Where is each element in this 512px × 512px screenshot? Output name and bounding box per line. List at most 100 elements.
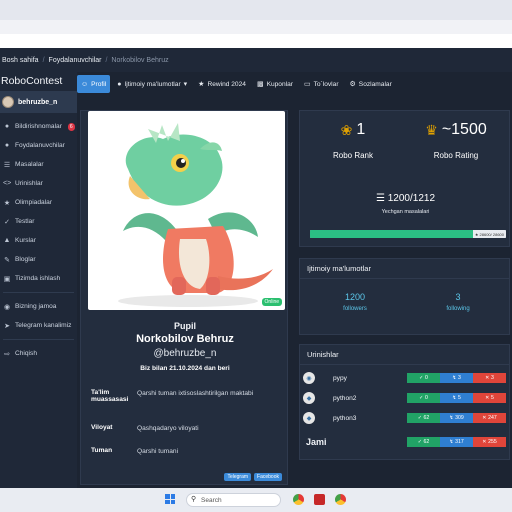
info-row-school: Ta'lim muassasasi Qarshi tuman ixtisosla… — [91, 389, 281, 403]
robo-rating-value: ~1500 — [441, 121, 487, 138]
graduation-icon: ▲ — [3, 237, 11, 244]
trophy-icon: ★ — [3, 199, 11, 207]
tab-label: Kuponlar — [266, 80, 293, 88]
users-icon: ● — [117, 80, 122, 88]
notification-badge: 6 — [67, 122, 75, 131]
sidebar-item-label: Tizimda ishlash — [15, 275, 61, 282]
sidebar-item-team[interactable]: ◉ Bizning jamoa — [0, 297, 77, 316]
error-count: 247 — [488, 415, 497, 421]
attempt-row: ◆ python2 ✓ 0 ↯ 5 ✕ 5 — [303, 390, 508, 406]
python-logo-icon: ◆ — [303, 392, 315, 404]
breadcrumb-users[interactable]: Foydalanuvchilar — [49, 57, 102, 64]
code-icon: <> — [3, 180, 12, 187]
sidebar-item-label: Urinishlar — [15, 180, 43, 187]
info-key: Tuman — [91, 447, 113, 454]
sidebar-item-notifications[interactable]: ● Bildirishnomalar 6 — [0, 117, 77, 136]
acrobat-icon[interactable] — [314, 494, 325, 505]
accepted-count: 0 — [424, 395, 428, 401]
sidebar-username: behruzbe_n — [18, 98, 58, 106]
windows-start-icon[interactable] — [165, 494, 175, 504]
lang-name: pypy — [333, 374, 347, 382]
trophy-icon: ♛ — [425, 121, 438, 138]
tab-payments[interactable]: ▭ To`lovlar — [300, 75, 343, 93]
wrong-count: 309 — [455, 415, 464, 421]
info-key: Viloyat — [91, 424, 113, 431]
breadcrumb-current: Norkobilov Behruz — [111, 56, 169, 64]
sidebar-item-tests[interactable]: ✓ Testlar — [0, 212, 77, 231]
attempt-total-row: Jami ✓ 62 ↯ 317 ✕ 255 — [303, 434, 508, 450]
followers-stat[interactable]: 1200 followers — [305, 292, 405, 312]
sidebar-item-blogs[interactable]: ✎ Bloglar — [0, 250, 77, 269]
sidebar-item-label: Testlar — [15, 218, 35, 225]
error-count: 255 — [488, 439, 497, 445]
tab-profile[interactable]: ☺ Profil — [77, 75, 111, 93]
error-pill: ✕ 247 — [473, 413, 506, 423]
user-circle-icon: ☺ — [81, 80, 89, 88]
taskbar-search[interactable]: ⚲ Search — [186, 493, 281, 507]
info-value: Qarshi tumani — [137, 448, 179, 455]
tab-label: Sozlamalar — [358, 80, 392, 88]
dragon-mascot-image — [118, 123, 273, 307]
total-label: Jami — [306, 437, 327, 447]
tab-social[interactable]: ● Ijtimoiy ma'lumotlar ▾ — [113, 75, 191, 93]
sidebar-divider — [3, 339, 74, 340]
breadcrumb-separator: / — [105, 56, 108, 64]
sidebar-item-telegram[interactable]: ➤ Telegram kanalimiz — [0, 316, 77, 335]
sidebar-item-attempts[interactable]: <> Urinishlar — [0, 174, 77, 193]
breadcrumb-home[interactable]: Bosh sahifa — [2, 57, 39, 64]
team-icon: ◉ — [3, 303, 11, 311]
social-stats-card: Ijtimoiy ma'lumotlar 1200 followers 3 fo… — [299, 258, 510, 335]
sidebar-item-label: Masalalar — [15, 161, 44, 168]
solved-label: Yechgan masalalari — [381, 209, 430, 215]
tab-label: Profil — [91, 80, 107, 88]
sidebar-item-guide[interactable]: ▣ Tizimda ishlash — [0, 269, 77, 288]
sidebar-user[interactable]: behruzbe_n — [0, 91, 77, 113]
error-pill: ✕ 5 — [473, 393, 506, 403]
following-count: 3 — [455, 292, 461, 302]
info-key: Ta'lim muassasasi — [91, 389, 129, 403]
tab-label: To`lovlar — [313, 80, 339, 88]
sidebar-divider — [3, 292, 74, 293]
tab-rewind[interactable]: ★ Rewind 2024 — [194, 75, 250, 93]
telegram-link[interactable]: Telegram — [224, 473, 252, 481]
accepted-pill: ✓ 0 — [407, 393, 440, 403]
chrome-icon[interactable] — [293, 494, 304, 505]
info-value: Qashqadaryo viloyati — [137, 425, 199, 432]
sidebar-item-users[interactable]: ● Foydalanuvchilar — [0, 136, 77, 155]
social-card-title: Ijtimoiy ma'lumotlar — [300, 259, 509, 279]
profile-image: Online — [88, 111, 285, 310]
sidebar-item-problems[interactable]: ☰ Masalalar — [0, 155, 77, 174]
chrome-profile-icon[interactable] — [335, 494, 346, 505]
ticket-icon: ▩ — [256, 81, 264, 88]
following-stat[interactable]: 3 following — [408, 292, 508, 312]
wrong-pill: ↯ 3 — [440, 373, 473, 383]
tab-settings[interactable]: ⚙ Sozlamalar — [346, 75, 396, 93]
error-count: 3 — [490, 375, 494, 381]
wrong-count: 3 — [457, 375, 461, 381]
check-icon: ✓ — [4, 218, 10, 226]
solved-count: 1200/1212 — [387, 193, 436, 204]
brand-logo[interactable]: RoboContest — [0, 72, 77, 90]
sidebar-item-olympiads[interactable]: ★ Olimpiadalar — [0, 193, 77, 212]
attempt-row: ◉ pypy ✓ 0 ↯ 3 ✕ 3 — [303, 370, 508, 386]
book-icon: ▣ — [3, 275, 11, 283]
sidebar-item-label: Bildirishnomalar — [15, 123, 62, 130]
medal-icon: ❀ — [340, 121, 353, 138]
lang-name: python3 — [333, 414, 357, 422]
tab-label: Rewind 2024 — [207, 80, 246, 88]
sidebar-item-courses[interactable]: ▲ Kurslar — [0, 231, 77, 250]
profile-tabs: ☺ Profil ● Ijtimoiy ma'lumotlar ▾ ★ Rewi… — [77, 75, 396, 93]
error-count: 5 — [490, 395, 494, 401]
tab-coupons[interactable]: ▩ Kuponlar — [253, 75, 297, 93]
logout-icon: ⇨ — [4, 350, 10, 358]
facebook-link[interactable]: Facebook — [254, 473, 282, 481]
accepted-count: 62 — [423, 439, 430, 445]
breadcrumb-separator: / — [42, 56, 45, 64]
wrong-pill: ↯ 309 — [440, 413, 473, 423]
info-value: Qarshi tuman ixtisoslashtirilgan maktabi — [137, 390, 254, 397]
attempt-row: ◆ python3 ✓ 62 ↯ 309 ✕ 247 — [303, 410, 508, 426]
sidebar-item-logout[interactable]: ⇨ Chiqish — [0, 344, 77, 363]
solved-summary: ☰ 1200/1212 Yechgan masalalari — [300, 193, 511, 215]
taskbar-search-placeholder: Search — [201, 496, 222, 504]
info-row-district: Tuman Qarshi tumani — [91, 447, 281, 456]
